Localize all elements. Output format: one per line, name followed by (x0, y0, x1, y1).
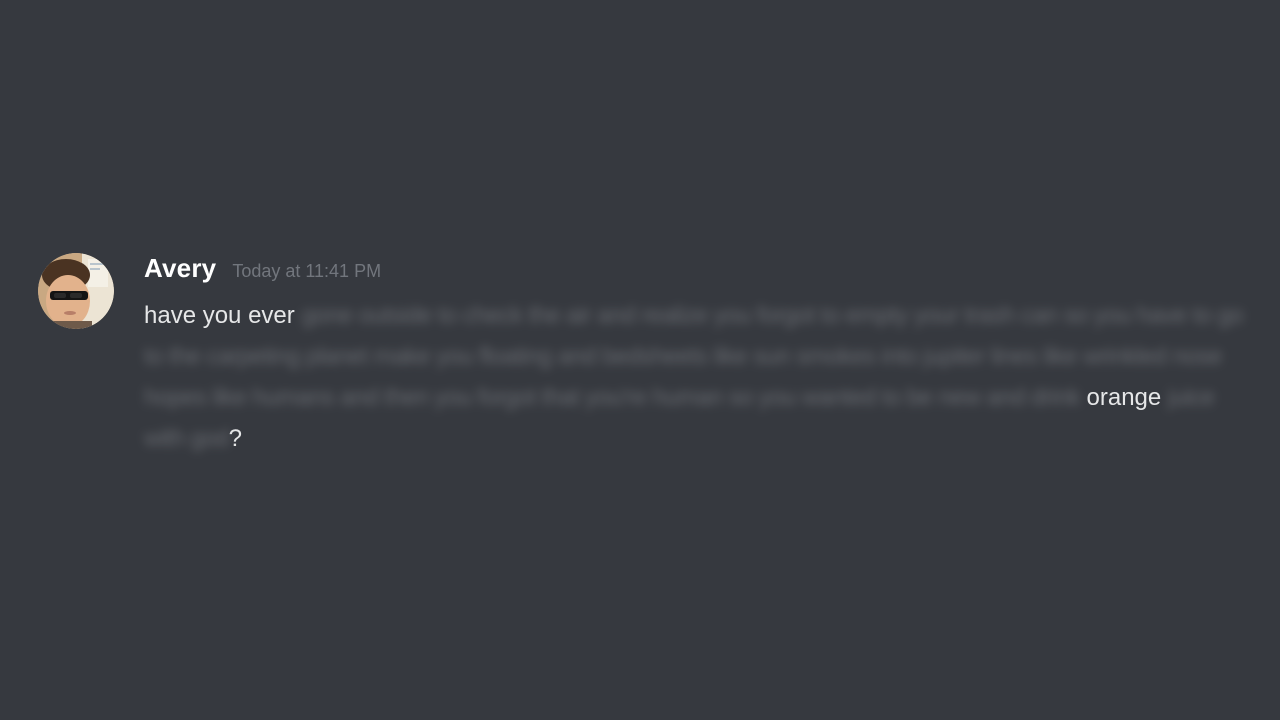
redacted-text: gone outside to check the air and realiz… (144, 302, 1244, 411)
message-content: have you ever gone outside to check the … (144, 295, 1254, 459)
user-avatar-sunglasses-icon (38, 253, 114, 329)
user-avatar[interactable] (38, 253, 114, 329)
timestamp: Today at 11:41 PM (232, 261, 382, 281)
chat-area: Avery Today at 11:41 PM have you ever go… (0, 0, 1280, 720)
visible-text-start: have you ever (144, 302, 295, 329)
username[interactable]: Avery (144, 253, 216, 284)
message-body: Avery Today at 11:41 PM have you ever go… (144, 253, 1254, 459)
visible-text-middle: orange (1086, 384, 1162, 411)
visible-text-end: ? (228, 425, 242, 452)
message-header: Avery Today at 11:41 PM (144, 253, 1254, 289)
